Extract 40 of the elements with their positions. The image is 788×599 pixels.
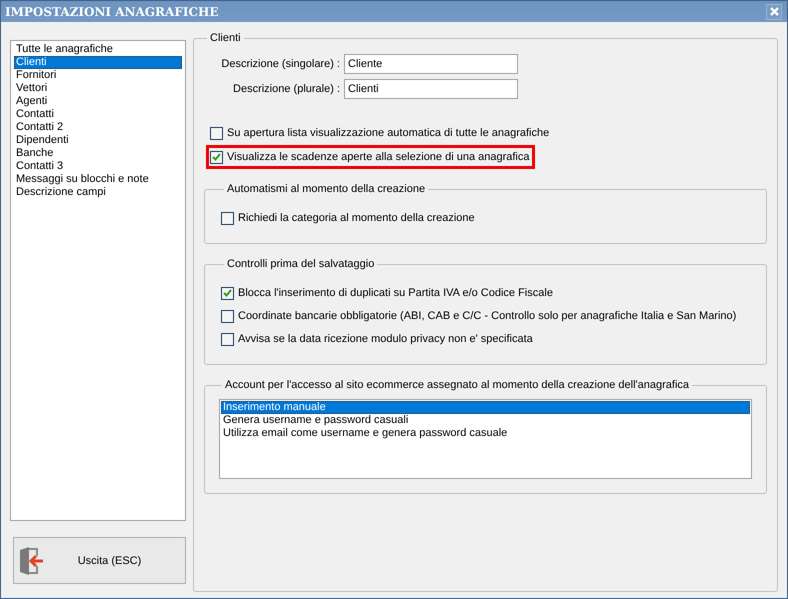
field-label: Descrizione (plurale) : [232,83,341,95]
input-field[interactable]: Cliente [344,54,518,74]
group-title: Automatismi al momento della creazione [226,183,426,195]
list-item[interactable]: Contatti 2 [14,121,182,134]
list-item[interactable]: Genera username e password casuali [221,414,750,427]
window-title: IMPOSTAZIONI ANAGRAFICHE [5,4,218,18]
list-item[interactable]: Contatti 3 [14,160,182,173]
list-item[interactable]: Messaggi su blocchi e note [14,173,182,186]
list-item[interactable]: Inserimento manuale [221,401,750,414]
list-item[interactable]: Tutte le anagrafiche [14,43,182,56]
checkbox[interactable] [210,150,223,164]
checkbox[interactable] [221,212,234,224]
group-title: Controlli prima del salvataggio [226,258,376,270]
exit-button[interactable]: Uscita (ESC) [13,537,186,584]
checkbox-label: Visualizza le scadenze aperte alla selezione di una anagrafica [227,151,530,163]
list-item[interactable]: Clienti [14,56,182,69]
close-button[interactable] [766,4,782,20]
exit-door-icon [18,546,44,576]
list-item[interactable]: Utilizza email come username e genera password casuale [221,427,750,440]
checkbox[interactable] [221,286,234,300]
checkbox[interactable] [221,332,234,346]
list-item[interactable]: Dipendenti [14,134,182,147]
list-item[interactable]: Descrizione campi [14,186,182,199]
group-title: Account per l'accesso al sito ecommerce assegnato al momento della creazione dell'anagrafica [224,379,690,391]
checkbox[interactable] [210,126,223,140]
input-field[interactable]: Clienti [344,79,518,99]
checkbox-label: Coordinate bancarie obbligatorie (ABI, CAB e C/C - Controllo solo per anagrafiche Italia e San Marino) [238,310,736,322]
field-label: Descrizione (singolare) : [220,58,341,70]
list-item[interactable]: Agenti [14,95,182,108]
list-item[interactable]: Banche [14,147,182,160]
close-icon [770,7,778,16]
group-title: Clienti [209,32,242,44]
checkbox-label: Su apertura lista visualizzazione automatica di tutte le anagrafiche [227,127,550,139]
list-item[interactable]: Vettori [14,82,182,95]
list-item[interactable]: Contatti [14,108,182,121]
checkbox[interactable] [221,310,234,322]
checkbox-label: Avvisa se la data ricezione modulo privacy non e' specificata [238,333,533,345]
checkbox-label: Richiedi la categoria al momento della creazione [238,212,475,224]
list-item[interactable]: Fornitori [14,69,182,82]
checkbox-label: Blocca l'inserimento di duplicati su Partita IVA e/o Codice Fiscale [238,287,553,299]
